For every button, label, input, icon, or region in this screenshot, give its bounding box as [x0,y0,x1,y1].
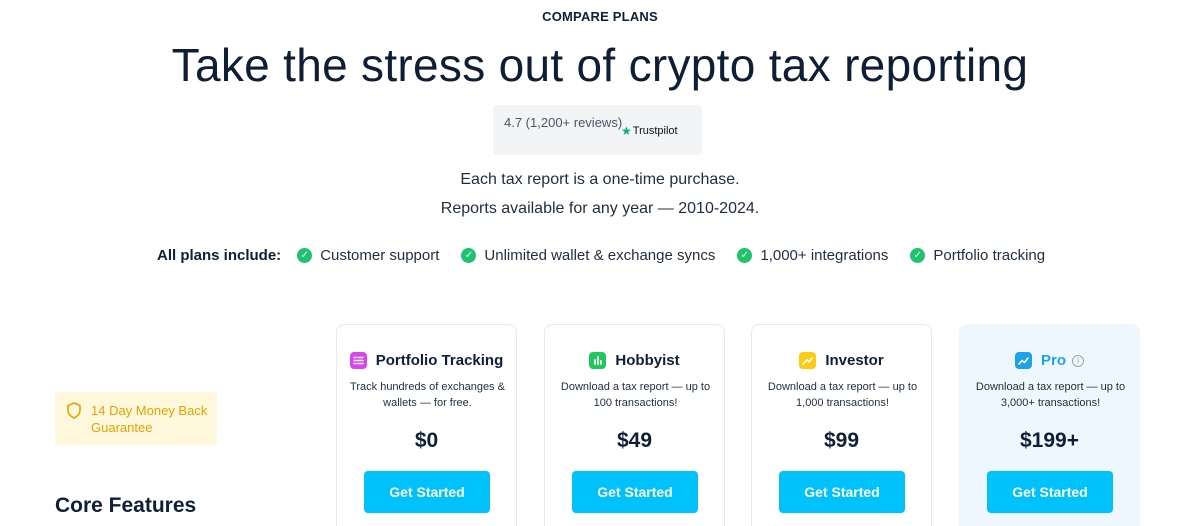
plan-description: Download a tax report — up to 100 transa… [560,381,711,409]
plan-title: Investor [752,352,931,369]
get-started-button[interactable]: Get Started [987,471,1113,513]
plan-description: Download a tax report — up to 3,000+ tra… [975,381,1126,409]
plan-name: Portfolio Tracking [375,352,504,369]
trend-icon [799,352,817,369]
plans-include-row: All plans include: ✓ Customer support ✓ Un… [157,247,1067,264]
bar-chart-icon [589,352,607,369]
get-started-button[interactable]: Get Started [572,471,698,513]
plan-name: Hobbyist [615,352,680,369]
get-started-button[interactable]: Get Started [779,471,905,513]
trustpilot-brand: Trustpilot [632,125,678,137]
check-icon: ✓ [461,248,477,263]
check-icon: ✓ [297,248,313,263]
subtitle-line-1: Each tax report is a one-time purchase. [460,171,740,188]
plan-card-pro: Pro i Download a tax report — up to 3,00… [959,324,1140,526]
get-started-button[interactable]: Get Started [364,471,490,513]
info-icon[interactable]: i [1072,354,1084,367]
trustpilot-rating[interactable]: 4.7 (1,200+ reviews) ★ Trustpilot [493,105,702,155]
includes-label: All plans include: [157,247,282,264]
pro-chart-icon [1014,352,1032,369]
subtitle-line-2: Reports available for any year — 2010-20… [440,200,760,217]
plan-description: Download a tax report — up to 1,000 tran… [767,381,918,409]
plan-title: Pro i [960,352,1139,369]
page-title: Take the stress out of crypto tax report… [171,39,1029,91]
money-back-guarantee-badge: 14 Day Money Back Guarantee [55,392,217,445]
include-item: ✓ Unlimited wallet & exchange syncs [461,247,715,264]
plan-title: Hobbyist [545,352,724,369]
plan-name: Pro [1040,352,1066,369]
plan-name: Investor [825,352,884,369]
plan-price: $0 [414,429,439,452]
include-item: ✓ Customer support [297,247,439,264]
core-features-heading: Core Features [55,494,197,517]
plan-card-investor: Investor Download a tax report — up to 1… [751,324,932,526]
plan-price: $199+ [1020,429,1079,452]
shield-icon [67,402,81,419]
guarantee-text: 14 Day Money Back Guarantee [91,403,208,435]
include-item: ✓ Portfolio tracking [910,247,1045,264]
include-item: ✓ 1,000+ integrations [737,247,888,264]
rating-text: 4.7 (1,200+ reviews) [504,115,623,130]
plan-card-portfolio-tracking: Portfolio Tracking Track hundreds of exc… [336,324,517,526]
trustpilot-logo: ★ Trustpilot [621,124,678,138]
check-icon: ✓ [737,248,753,263]
plan-price: $99 [823,429,860,452]
eyebrow-label: COMPARE PLANS [542,9,658,24]
portfolio-icon [349,352,367,369]
check-icon: ✓ [910,248,926,263]
plan-description: Track hundreds of exchanges & wallets — … [350,381,505,409]
trustpilot-star-icon: ★ [621,124,632,138]
plan-title: Portfolio Tracking [337,352,516,369]
plan-card-hobbyist: Hobbyist Download a tax report — up to 1… [544,324,725,526]
plan-price: $49 [616,429,653,452]
